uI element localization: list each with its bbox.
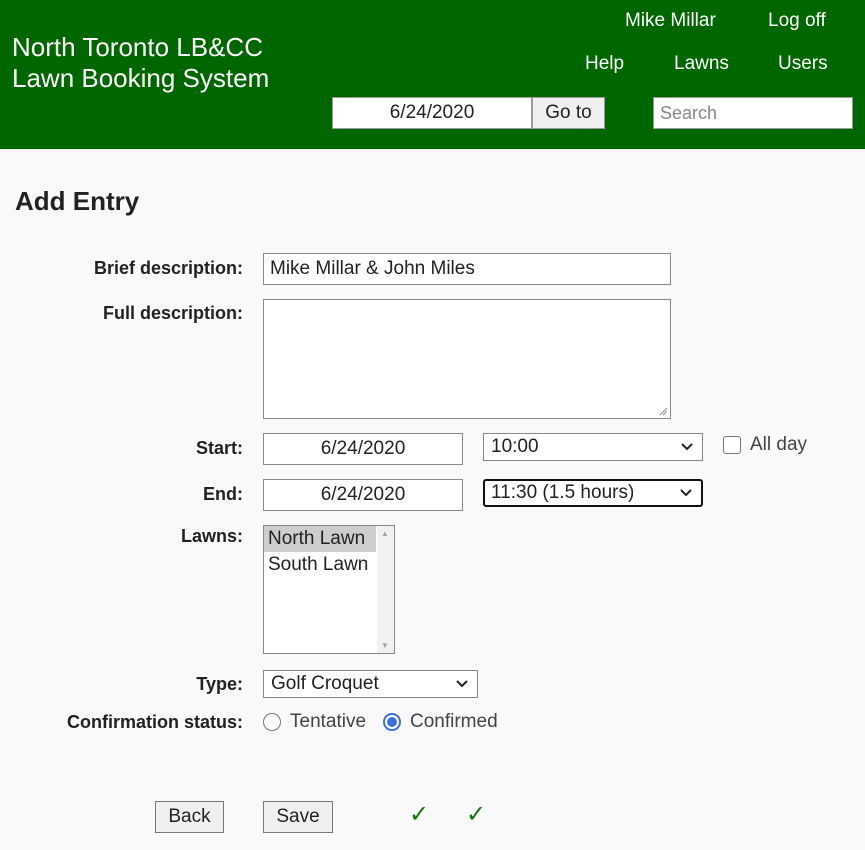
confirmation-status-label: Confirmation status: [66, 712, 243, 732]
lawns-label: Lawns: [180, 526, 243, 546]
start-label: Start: [195, 438, 243, 458]
chevron-down-icon [455, 671, 469, 706]
all-day-checkbox[interactable] [723, 436, 741, 454]
chevron-down-icon [679, 481, 693, 513]
user-name-link[interactable]: Mike Millar [625, 10, 716, 32]
end-label: End: [203, 484, 243, 504]
goto-button[interactable]: Go to [532, 97, 605, 129]
start-date-input[interactable]: 6/24/2020 [263, 433, 463, 465]
end-time-select[interactable]: 11:30 (1.5 hours) [483, 479, 703, 507]
site-title-line2: Lawn Booking System [12, 63, 270, 93]
resize-handle-icon[interactable] [659, 407, 668, 416]
goto-date-input[interactable]: 6/24/2020 [332, 97, 532, 129]
type-label: Type: [196, 674, 243, 694]
search-input[interactable]: Search [653, 97, 853, 129]
logoff-link[interactable]: Log off [768, 10, 826, 32]
site-header: North Toronto LB&CC Lawn Booking System … [0, 0, 865, 149]
lawns-listbox[interactable]: North Lawn South Lawn ▲ ▼ [263, 525, 395, 654]
end-date-input[interactable]: 6/24/2020 [263, 479, 463, 511]
scroll-up-icon[interactable]: ▲ [381, 529, 389, 538]
brief-description-label: Brief description: [93, 258, 243, 278]
chevron-down-icon [680, 434, 694, 469]
help-link[interactable]: Help [585, 53, 624, 75]
listbox-scrollbar[interactable]: ▲ ▼ [377, 526, 394, 653]
end-time-value: 11:30 (1.5 hours) [491, 482, 635, 503]
type-select[interactable]: Golf Croquet [263, 670, 478, 698]
site-title-line1: North Toronto LB&CC [12, 32, 263, 62]
site-title[interactable]: North Toronto LB&CC Lawn Booking System [12, 32, 269, 94]
users-link[interactable]: Users [778, 53, 828, 75]
start-time-value: 10:00 [491, 436, 539, 457]
scroll-down-icon[interactable]: ▼ [381, 641, 389, 650]
start-time-select[interactable]: 10:00 [483, 433, 703, 461]
all-day-label[interactable]: All day [750, 434, 807, 456]
check-icon: ✓ [409, 801, 430, 828]
confirmed-radio[interactable] [383, 713, 401, 731]
check-icon: ✓ [466, 801, 487, 828]
lawn-option-north[interactable]: North Lawn [264, 526, 376, 552]
tentative-radio[interactable] [263, 713, 281, 731]
lawn-option-south[interactable]: South Lawn [264, 552, 376, 578]
type-value: Golf Croquet [271, 673, 379, 694]
full-description-label: Full description: [102, 303, 243, 323]
full-description-textarea[interactable] [263, 299, 671, 419]
save-button[interactable]: Save [263, 801, 333, 833]
confirmed-label[interactable]: Confirmed [410, 711, 498, 733]
back-button[interactable]: Back [155, 801, 224, 833]
lawns-link[interactable]: Lawns [674, 53, 729, 75]
page-title: Add Entry [15, 186, 140, 216]
tentative-label[interactable]: Tentative [290, 711, 366, 733]
brief-description-input[interactable]: Mike Millar & John Miles [263, 253, 671, 285]
